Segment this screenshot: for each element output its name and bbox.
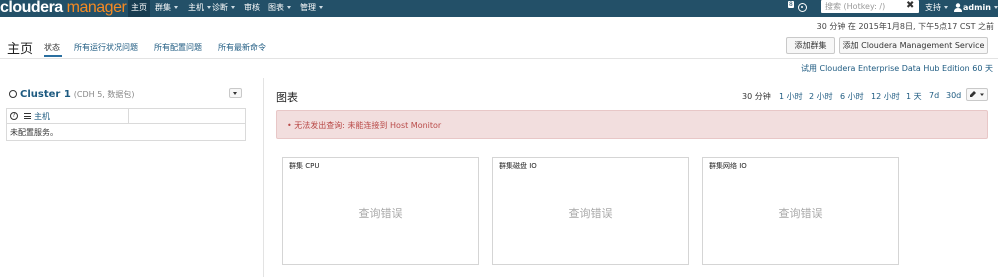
chart-status: 查询错误 [358,207,403,220]
cluster-services-table: ? 主机 未配置服务。 [6,108,246,141]
chart-card-network-io[interactable]: 群集网络 IO 查询错误 [702,157,899,265]
chevron-down-icon [174,6,178,9]
nav-administration[interactable]: 管理 [300,0,323,17]
time-context[interactable]: 30 分钟 在 2015年1月8日, 下午5点17 CST 之前 [817,21,994,32]
nav-audits[interactable]: 审核 [244,0,260,17]
chart-status: 查询错误 [778,207,823,220]
cluster-actions-dropdown[interactable] [229,88,242,98]
trial-link[interactable]: 试用 Cloudera Enterprise Data Hub Edition … [801,63,993,74]
tab-recent-commands[interactable]: 所有最新命令 [218,42,266,53]
chart-options-button[interactable] [966,88,988,101]
nav-support[interactable]: 支持 [925,0,948,17]
nav-charts[interactable]: 图表 [268,0,291,17]
chevron-down-icon [231,6,235,9]
range-30d[interactable]: 30d [946,91,961,100]
top-navbar: cloudera manager 主页 群集 主机 诊断 审核 图表 管理 8 … [0,0,998,17]
chevron-down-icon [207,6,211,9]
nav-hosts[interactable]: 主机 [188,0,211,17]
chart-title: 群集磁盘 IO [499,162,537,170]
header-divider [0,58,998,59]
table-cell: ? 主机 [7,109,129,124]
nav-home[interactable]: 主页 [128,0,150,17]
nav-clusters[interactable]: 群集 [155,0,178,17]
nav-diagnostics[interactable]: 诊断 [212,0,235,17]
page-title: 主页 [7,42,34,57]
chart-card-cpu[interactable]: 群集 CPU 查询错误 [282,157,479,265]
range-12h[interactable]: 12 小时 [871,91,900,102]
range-6h[interactable]: 6 小时 [840,91,864,102]
chevron-down-icon [233,92,237,95]
chevron-down-icon [287,6,291,9]
chart-status: 查询错误 [568,207,613,220]
cluster-header: Cluster 1 (CDH 5, 数据包) [9,89,135,100]
notification-badge[interactable]: 8 [788,1,794,8]
error-message: 无法发出查询: 未能连接到 Host Monitor [294,121,442,130]
add-cluster-button[interactable]: 添加群集 [786,37,835,54]
edit-icon [970,91,984,97]
cluster-version: (CDH 5, 数据包) [73,90,135,99]
cluster-name-link[interactable]: Cluster 1 [20,89,71,100]
tab-config-issues[interactable]: 所有配置问题 [154,42,202,53]
running-commands-icon[interactable] [798,3,807,12]
active-tab-indicator [44,55,62,57]
chevron-down-icon [944,6,948,9]
user-icon [954,3,962,12]
table-row: ? 主机 [7,109,245,124]
chart-title: 群集网络 IO [709,162,747,170]
chevron-down-icon [993,6,998,9]
hosts-link[interactable]: 主机 [34,111,50,122]
add-cms-button[interactable]: 添加 Cloudera Management Service [839,37,988,54]
tab-health-issues[interactable]: 所有运行状况问题 [74,42,138,53]
tab-status[interactable]: 状态 [44,42,60,53]
range-7d[interactable]: 7d [929,91,939,100]
status-circle-icon [9,90,17,98]
chart-card-disk-io[interactable]: 群集磁盘 IO 查询错误 [492,157,689,265]
range-30m[interactable]: 30 分钟 [742,91,771,102]
cloudera-manager-logo[interactable]: cloudera manager [0,0,127,18]
range-1h[interactable]: 1 小时 [779,91,803,102]
panel-divider [263,78,264,277]
chevron-down-icon [319,6,323,9]
charts-title: 图表 [276,91,298,104]
no-services-text: 未配置服务。 [10,128,58,137]
range-1d[interactable]: 1 天 [906,91,922,102]
clear-search-icon[interactable]: ✖ [906,0,914,12]
search-input[interactable]: 搜索 (Hotkey: /) [821,0,919,13]
range-2h[interactable]: 2 小时 [809,91,833,102]
chart-title: 群集 CPU [289,162,320,170]
help-icon[interactable]: ? [10,112,18,120]
error-alert: • 无法发出查询: 未能连接到 Host Monitor [276,110,988,139]
nav-user-menu[interactable]: admin [963,0,998,17]
list-icon [24,113,31,119]
